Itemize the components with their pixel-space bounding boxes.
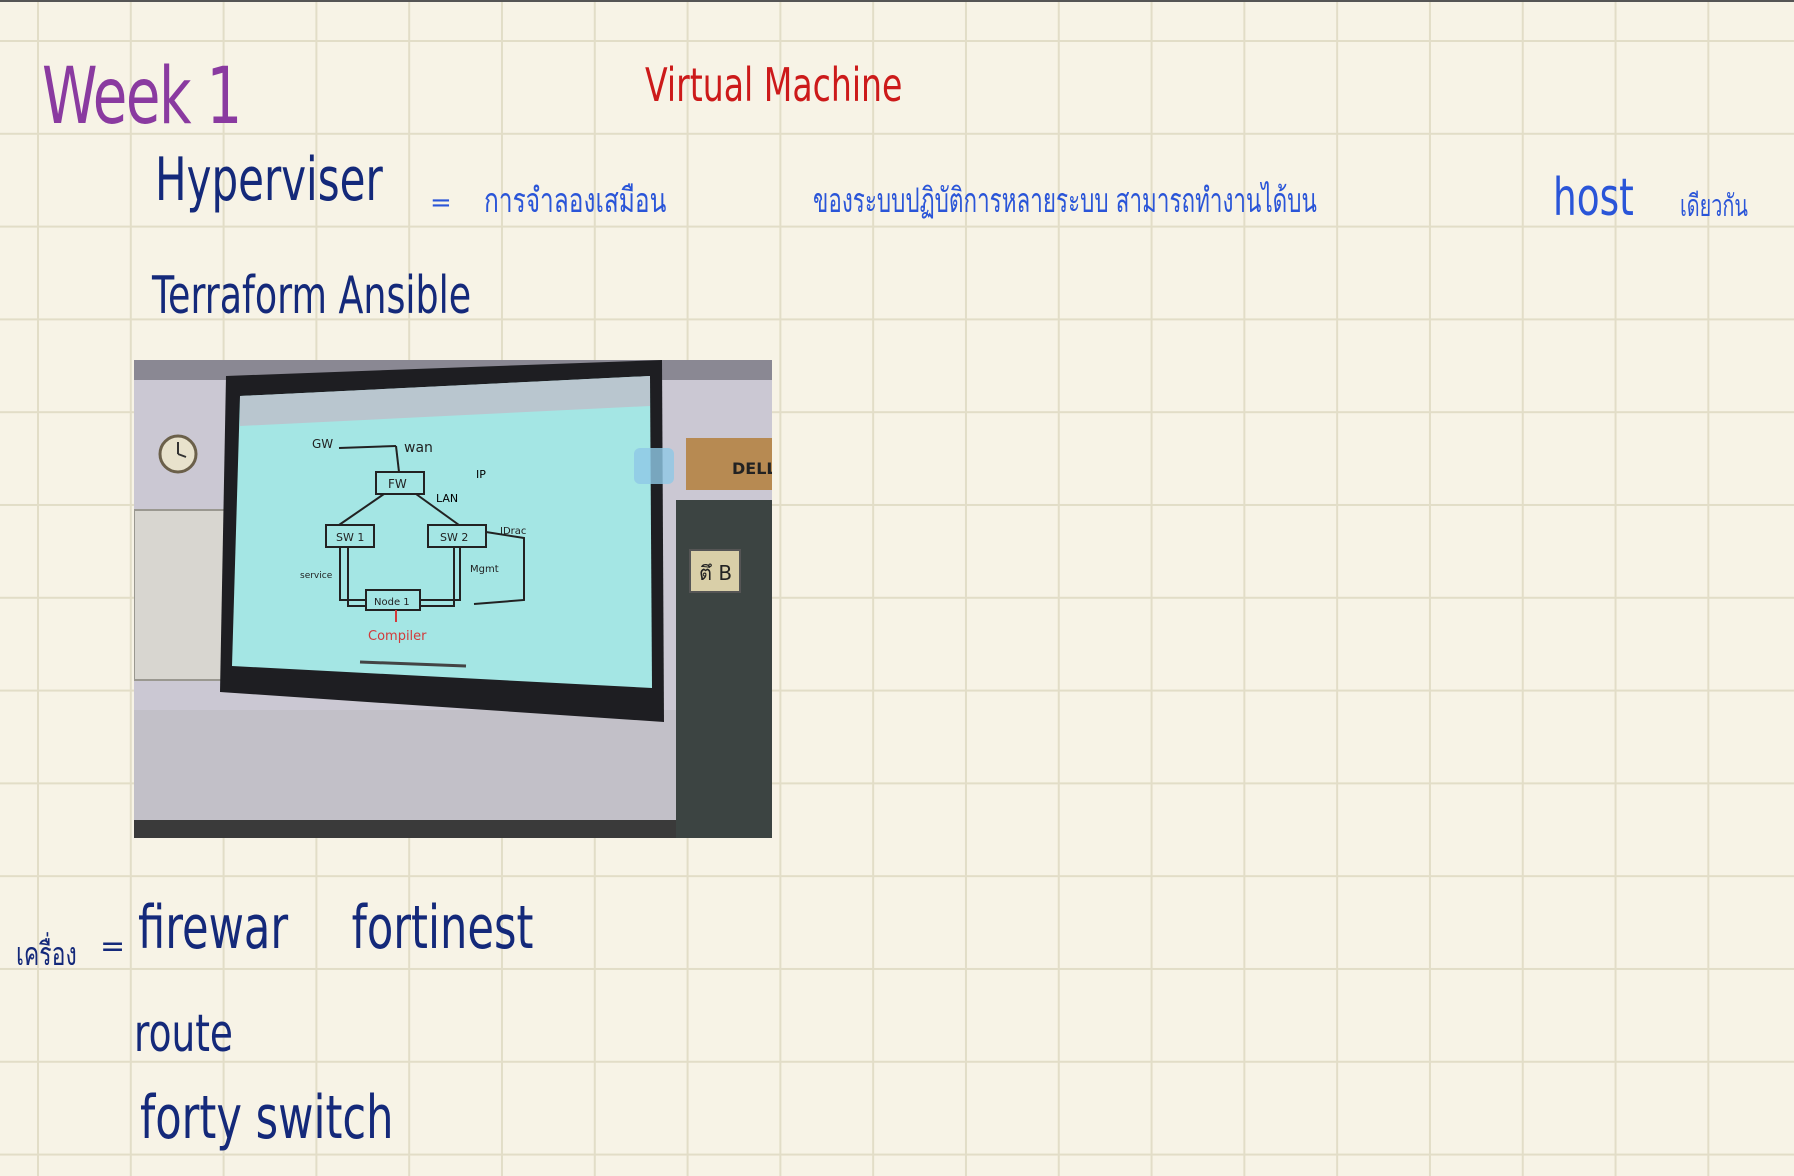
device-list-line-1: firewar fortinest [138, 898, 533, 958]
device-label: เครื่อง [16, 935, 77, 973]
device-route: route [134, 1004, 233, 1064]
diagram-sw1: SW 1 [336, 531, 364, 544]
diagram-sw2: SW 2 [440, 531, 468, 544]
equals-sign: = [430, 188, 452, 218]
hyperviser-term: Hyperviser [155, 145, 383, 215]
diagram-ip: IP [476, 468, 486, 481]
device-equals: = [100, 929, 126, 964]
topic-title: Virtual Machine [645, 58, 903, 112]
whiteboard [134, 509, 230, 681]
diagram-node: Node 1 [374, 597, 410, 608]
room-sign-text: ตึ B [699, 561, 732, 585]
diagram-mgmt: Mgmt [470, 564, 499, 575]
svg-text:DELL: DELL [732, 459, 772, 478]
lower-wall [134, 710, 676, 838]
definition-part-1: การจำลองเสมือน [484, 181, 667, 221]
diagram-gw: GW [312, 437, 333, 451]
device-firewall: firewar [138, 893, 289, 963]
diagram-lan: LAN [436, 492, 458, 505]
page-top-border [0, 0, 1794, 2]
diagram-fw: FW [388, 477, 407, 491]
definition-part-2: ของระบบปฏิบัติการหลายระบบ สามารถทำงานได้… [813, 181, 1317, 221]
tools-line: Terraform Ansible [152, 266, 472, 326]
classroom-photo[interactable]: ตึ B DELL GW wan FW LAN IP SW 1 SW 2 IDr… [134, 360, 772, 838]
diagram-idrac: IDrac [500, 526, 526, 537]
week-heading: Week 1 [42, 52, 242, 142]
device-fortinet: fortinest [351, 893, 534, 963]
diagram-service: service [300, 571, 333, 581]
definition-part-3: เดียวกัน [1680, 189, 1748, 224]
diagram-wan: wan [404, 440, 433, 456]
diagram-compute: Compiler [368, 629, 427, 644]
device-forty-switch: forty switch [140, 1083, 394, 1153]
host-word: host [1553, 168, 1634, 228]
